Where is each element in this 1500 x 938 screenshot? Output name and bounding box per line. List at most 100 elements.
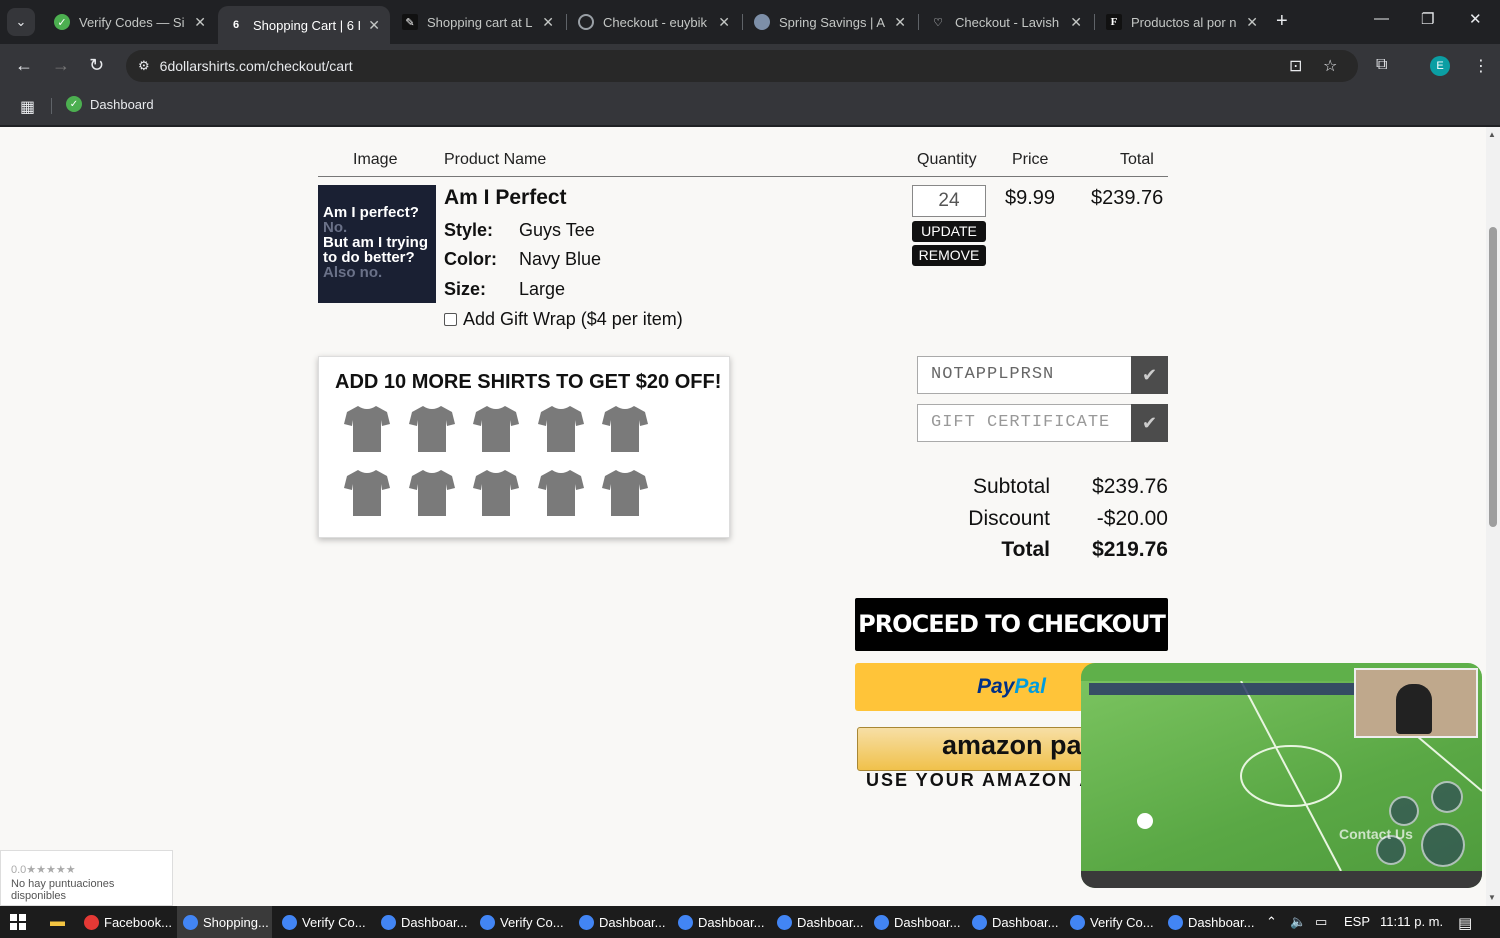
tab-search-button[interactable]: ⌄	[7, 8, 35, 36]
taskbar-app[interactable]: Verify Co...	[276, 906, 371, 938]
scroll-up-arrow-icon[interactable]: ▲	[1488, 130, 1496, 139]
app-icon	[1070, 914, 1085, 930]
scroll-thumb[interactable]	[1489, 227, 1497, 527]
taskbar-app-label: Dashboar...	[797, 914, 864, 930]
taskbar-app[interactable]: Dashboar...	[573, 906, 668, 938]
address-bar[interactable]: ⚙ 6dollarshirts.com/checkout/cart	[126, 50, 1358, 82]
gift-wrap-option[interactable]: Add Gift Wrap ($4 per item)	[444, 309, 683, 330]
total-label: Total	[1001, 538, 1050, 561]
bookmark-dashboard[interactable]: ✓ Dashboard	[66, 96, 154, 112]
close-icon[interactable]: ✕	[194, 14, 206, 31]
taskbar-app[interactable]: Dashboar...	[966, 906, 1061, 938]
language-indicator[interactable]: ESP	[1344, 914, 1370, 929]
tray-chevron-icon[interactable]: ⌃	[1266, 914, 1277, 930]
back-arrow-icon[interactable]: ←	[15, 55, 33, 76]
tab-checkout-lavish[interactable]: ♡ Checkout - Lavish ✕	[920, 6, 1092, 38]
taskbar-app-label: Dashboar...	[401, 914, 468, 930]
style-value: Guys Tee	[519, 220, 595, 240]
close-icon[interactable]: ✕	[542, 14, 554, 31]
tab-divider	[1094, 14, 1095, 30]
site-info-icon[interactable]: ⚙	[138, 58, 150, 74]
restore-icon[interactable]: ❐	[1421, 10, 1434, 28]
tab-verify-codes[interactable]: ✓ Verify Codes — Si ✕	[44, 6, 216, 38]
windows-start-icon[interactable]	[10, 914, 26, 930]
bookmarks-bar: ▦ ✓ Dashboard	[0, 88, 1500, 126]
gift-certificate-input[interactable]: GIFT CERTIFICATE	[917, 404, 1132, 442]
notifications-icon[interactable]: ▤	[1458, 914, 1472, 932]
globe-favicon-icon	[578, 14, 594, 30]
size-label: Size:	[444, 279, 487, 299]
tab-divider	[742, 14, 743, 30]
coupon-code-input[interactable]: NOTAPPLPRSN	[917, 356, 1132, 394]
taskbar-app[interactable]: Shopping...	[177, 906, 272, 938]
taskbar-app[interactable]: Dashboar...	[375, 906, 470, 938]
video-controls-bar[interactable]	[1081, 871, 1482, 888]
spring-savings-favicon-icon	[754, 14, 770, 30]
dashboard-favicon-icon: ✓	[66, 96, 82, 112]
volume-icon[interactable]: 🔈	[1290, 914, 1306, 930]
close-icon[interactable]: ✕	[1070, 14, 1082, 31]
paypal-logo-part1: Pay	[977, 675, 1015, 698]
bookmark-star-icon[interactable]: ☆	[1323, 56, 1337, 76]
rating-widget[interactable]: 0.0★★★★★ No hay puntuaciones disponibles	[0, 850, 173, 906]
contact-us-chat[interactable]: Contact Us	[1339, 826, 1413, 842]
file-explorer-icon[interactable]: ▬	[50, 913, 65, 930]
tab-shopping-cart[interactable]: 6 Shopping Cart | 6 I ✕	[218, 6, 390, 44]
network-icon[interactable]: ▭	[1315, 914, 1327, 930]
remove-button[interactable]: REMOVE	[912, 245, 986, 266]
apps-grid-icon[interactable]: ▦	[20, 97, 35, 117]
tab-spring-savings[interactable]: Spring Savings | A ✕	[744, 6, 916, 38]
extensions-puzzle-icon[interactable]: ⧉	[1376, 56, 1387, 74]
tab-shopping-cart-l[interactable]: ✎ Shopping cart at L ✕	[392, 6, 564, 38]
gift-wrap-checkbox[interactable]	[444, 313, 457, 326]
header-price: Price	[1012, 151, 1049, 168]
taskbar-app[interactable]: Facebook...	[78, 906, 173, 938]
quantity-input[interactable]: 24	[912, 185, 986, 217]
video-overlay[interactable]: Contact Us	[1081, 663, 1482, 888]
url-text[interactable]: 6dollarshirts.com/checkout/cart	[160, 58, 353, 74]
reload-icon[interactable]: ↻	[89, 55, 104, 76]
window-close-icon[interactable]: ✕	[1469, 10, 1482, 28]
tab-title: Checkout - euybik	[603, 14, 708, 30]
game-control-icon	[1421, 823, 1465, 867]
tab-title: Shopping Cart | 6 I	[253, 17, 362, 33]
new-tab-plus-icon[interactable]: +	[1276, 10, 1288, 33]
proceed-to-checkout-button[interactable]: PROCEED TO CHECKOUT	[855, 598, 1168, 651]
taskbar-app[interactable]: Verify Co...	[1064, 906, 1159, 938]
page-scrollbar[interactable]: ▲ ▼	[1486, 127, 1500, 906]
profile-avatar[interactable]: E	[1430, 56, 1450, 76]
header-product-name: Product Name	[444, 151, 547, 168]
product-name[interactable]: Am I Perfect	[444, 186, 567, 210]
apply-coupon-checkmark-icon[interactable]: ✔	[1131, 356, 1168, 394]
promo-box: ADD 10 MORE SHIRTS TO GET $20 OFF!	[318, 356, 730, 538]
streamer-figure	[1396, 684, 1432, 734]
app-icon	[381, 914, 396, 930]
tab-title: Verify Codes — Si	[79, 14, 185, 30]
taskbar-app[interactable]: Dashboar...	[868, 906, 963, 938]
taskbar-app-label: Dashboar...	[894, 914, 961, 930]
close-icon[interactable]: ✕	[1246, 14, 1258, 31]
taskbar-app[interactable]: Dashboar...	[1162, 906, 1257, 938]
close-icon[interactable]: ✕	[368, 17, 380, 34]
product-image[interactable]: Am I perfect? No. But am I trying to do …	[318, 185, 436, 303]
scroll-down-arrow-icon[interactable]: ▼	[1488, 893, 1496, 902]
taskbar-app[interactable]: Dashboar...	[672, 906, 767, 938]
clock[interactable]: 11:11 p. m.	[1380, 914, 1443, 929]
forward-arrow-icon[interactable]: →	[52, 55, 70, 76]
subtotal-value: $239.76	[1092, 475, 1168, 498]
minimize-icon[interactable]: —	[1374, 10, 1389, 27]
apply-gift-certificate-checkmark-icon[interactable]: ✔	[1131, 404, 1168, 442]
update-button[interactable]: UPDATE	[912, 221, 986, 242]
translate-icon[interactable]: ⊡	[1289, 56, 1302, 76]
close-icon[interactable]: ✕	[894, 14, 906, 31]
header-total: Total	[1120, 151, 1154, 168]
close-icon[interactable]: ✕	[718, 14, 730, 31]
image-text-line: Am I perfect?	[323, 204, 419, 221]
taskbar-app[interactable]: Dashboar...	[771, 906, 866, 938]
kebab-menu-icon[interactable]: ⋮	[1473, 56, 1489, 76]
tab-title: Spring Savings | A	[779, 14, 885, 30]
app-icon	[972, 914, 987, 930]
tab-checkout-euybik[interactable]: Checkout - euybik ✕	[568, 6, 740, 38]
taskbar-app[interactable]: Verify Co...	[474, 906, 569, 938]
tab-productos[interactable]: F Productos al por n ✕	[1096, 6, 1268, 38]
